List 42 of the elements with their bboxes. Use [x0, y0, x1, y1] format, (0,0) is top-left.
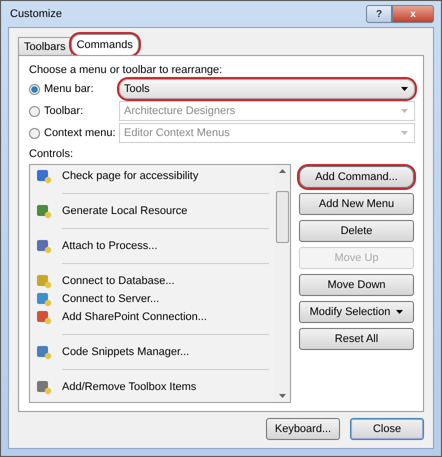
- list-item[interactable]: Check page for accessibility: [36, 167, 269, 185]
- command-icon: [36, 379, 52, 395]
- dropdown-arrow-icon: [401, 109, 408, 113]
- radio-button[interactable]: [29, 84, 40, 94]
- radio-label: Toolbar:: [44, 105, 84, 117]
- command-icon: [36, 309, 52, 325]
- dialog-button[interactable]: Close: [350, 418, 424, 440]
- dropdown-arrow-icon: [401, 131, 408, 135]
- action-button[interactable]: Move Down: [299, 274, 414, 296]
- action-button[interactable]: Add New Menu: [299, 193, 414, 215]
- tab[interactable]: Toolbars: [18, 37, 72, 55]
- dropdown-arrow-icon: [401, 87, 408, 91]
- command-icon: [36, 291, 52, 307]
- list-item[interactable]: Add SharePoint Connection...: [36, 308, 269, 326]
- command-icon: [36, 203, 52, 219]
- scroll-up-icon[interactable]: [279, 169, 286, 173]
- controls-label: Controls:: [29, 147, 74, 162]
- dialog-button[interactable]: Keyboard...: [266, 418, 340, 440]
- command-icon: [36, 168, 52, 184]
- dropdown[interactable]: Tools: [119, 79, 415, 99]
- list-item[interactable]: Attach to Process...: [36, 237, 269, 255]
- radio-label: Menu bar:: [44, 83, 94, 95]
- command-icon: [36, 238, 52, 254]
- command-icon: [36, 273, 52, 289]
- action-button[interactable]: Modify Selection: [299, 301, 414, 323]
- tab[interactable]: Commands: [70, 34, 139, 55]
- list-item[interactable]: Connect to Database...: [36, 272, 269, 290]
- command-icon: [36, 344, 52, 360]
- action-button[interactable]: Reset All: [299, 328, 414, 350]
- caret-icon: [396, 310, 404, 314]
- list-item[interactable]: Generate Local Resource: [36, 202, 269, 220]
- action-button[interactable]: Delete: [299, 220, 414, 242]
- radio-label: Context menu:: [44, 127, 116, 139]
- help-button[interactable]: ?: [366, 5, 392, 23]
- scroll-down-icon[interactable]: [279, 394, 286, 398]
- window-title: Customize: [9, 8, 62, 20]
- list-item[interactable]: Connect to Server...: [36, 290, 269, 308]
- list-item[interactable]: Code Snippets Manager...: [36, 343, 269, 361]
- action-button[interactable]: Add Command...: [299, 166, 414, 188]
- list-item[interactable]: Add/Remove Toolbox Items: [36, 378, 269, 396]
- choose-label: Choose a menu or toolbar to rearrange:: [29, 63, 224, 78]
- scroll-thumb[interactable]: [276, 191, 289, 243]
